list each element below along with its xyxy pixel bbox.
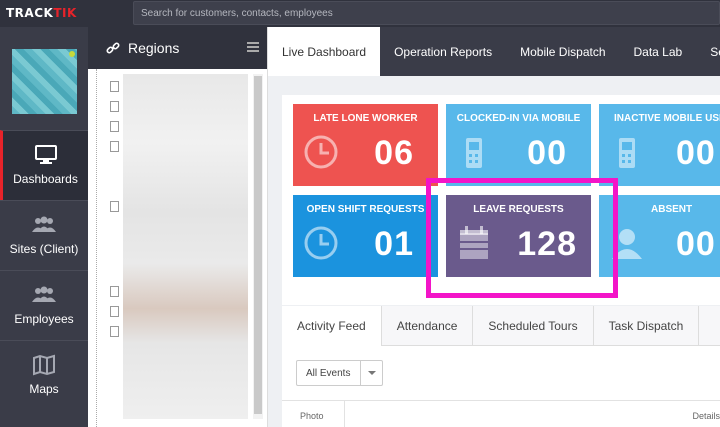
tile-value: 06 (374, 134, 414, 172)
tile-open-shift-requests[interactable]: OPEN SHIFT REQUESTS 01 (293, 195, 438, 277)
link-icon (106, 42, 120, 54)
sidebar-item-label: Sites (Client) (9, 242, 79, 256)
regions-title: Regions (128, 40, 180, 56)
top-bar: TRACKTIK (0, 0, 720, 27)
tree-node-icon[interactable] (110, 101, 119, 112)
tree-node-icon[interactable] (110, 201, 119, 212)
main-sidebar: Dashboards Sites (Client) Employees Maps (0, 27, 88, 427)
tile-title: INACTIVE MOBILE USE (614, 113, 720, 124)
tab-attendance[interactable]: Attendance (382, 306, 474, 346)
tree-node-icon[interactable] (110, 121, 119, 132)
sidebar-item-label: Maps (29, 382, 59, 396)
regions-header: Regions (88, 27, 267, 69)
tab-live-dashboard[interactable]: Live Dashboard (268, 27, 381, 76)
scrollbar-thumb[interactable] (254, 76, 262, 414)
tile-value: 00 (527, 134, 567, 172)
feed-tabs: Activity Feed Attendance Scheduled Tours… (282, 306, 720, 346)
tracktik-logo[interactable]: TRACKTIK (6, 6, 77, 20)
people-icon (32, 216, 56, 232)
dropdown-button[interactable] (360, 361, 382, 385)
tree-node-icon[interactable] (110, 141, 119, 152)
phone-icon (619, 138, 635, 168)
tree-node-icon[interactable] (110, 286, 119, 297)
event-filter-select[interactable]: All Events (296, 360, 383, 386)
tab-data-lab[interactable]: Data Lab (620, 27, 697, 76)
column-photo: Photo (300, 411, 324, 421)
global-search[interactable] (133, 1, 720, 25)
map-icon (33, 354, 55, 376)
tab-activity-feed[interactable]: Activity Feed (282, 306, 382, 346)
tree-scrollbar[interactable] (253, 74, 263, 419)
tab-task-dispatch[interactable]: Task Dispatch (594, 306, 700, 346)
tab-scheduled-tours[interactable]: Scheduled Tours (473, 306, 594, 346)
tile-title: OPEN SHIFT REQUESTS (306, 204, 425, 215)
tile-value: 00 (676, 134, 716, 172)
tile-inactive-mobile-users[interactable]: INACTIVE MOBILE USE 00 (599, 104, 720, 186)
tile-title: LATE LONE WORKER (313, 113, 418, 124)
organization-logo[interactable] (12, 49, 77, 114)
tree-connector (96, 69, 97, 427)
highlight-annotation (426, 178, 618, 298)
tree-node-icon[interactable] (110, 306, 119, 317)
status-dot (69, 51, 75, 57)
blurred-region-list (123, 74, 248, 419)
phone-icon (466, 138, 482, 168)
sidebar-item-sites[interactable]: Sites (Client) (0, 200, 88, 270)
tree-node-icon[interactable] (110, 326, 119, 337)
tile-value: 01 (374, 225, 414, 263)
tree-node-icon[interactable] (110, 81, 119, 92)
activity-panel: Activity Feed Attendance Scheduled Tours… (282, 306, 720, 427)
clock-icon (304, 226, 338, 260)
tile-late-lone-worker[interactable]: LATE LONE WORKER 06 (293, 104, 438, 186)
tile-clocked-in-mobile[interactable]: CLOCKED-IN VIA MOBILE 00 (446, 104, 591, 186)
search-input[interactable] (134, 2, 719, 24)
tab-settings[interactable]: Setti (696, 27, 720, 76)
list-menu-icon[interactable] (247, 42, 259, 52)
regions-tree (88, 69, 267, 427)
event-filter-value: All Events (306, 367, 351, 379)
sidebar-item-employees[interactable]: Employees (0, 270, 88, 340)
sidebar-item-dashboards[interactable]: Dashboards (0, 130, 88, 200)
sidebar-item-maps[interactable]: Maps (0, 340, 88, 410)
chevron-down-icon (368, 371, 376, 375)
sidebar-item-label: Employees (14, 312, 74, 326)
sidebar-item-label: Dashboards (13, 172, 78, 186)
regions-panel: Regions (88, 27, 268, 427)
people-icon (32, 286, 56, 302)
column-details: Details (692, 411, 720, 421)
column-divider (344, 401, 345, 427)
feed-table-header: Photo Details (282, 400, 720, 427)
monitor-icon (34, 145, 57, 164)
tile-value: 00 (676, 225, 716, 263)
tile-title: CLOCKED-IN VIA MOBILE (456, 113, 581, 124)
clock-icon (304, 135, 338, 169)
tab-mobile-dispatch[interactable]: Mobile Dispatch (506, 27, 619, 76)
main-tabs: Live Dashboard Operation Reports Mobile … (268, 27, 720, 76)
tab-operation-reports[interactable]: Operation Reports (380, 27, 506, 76)
